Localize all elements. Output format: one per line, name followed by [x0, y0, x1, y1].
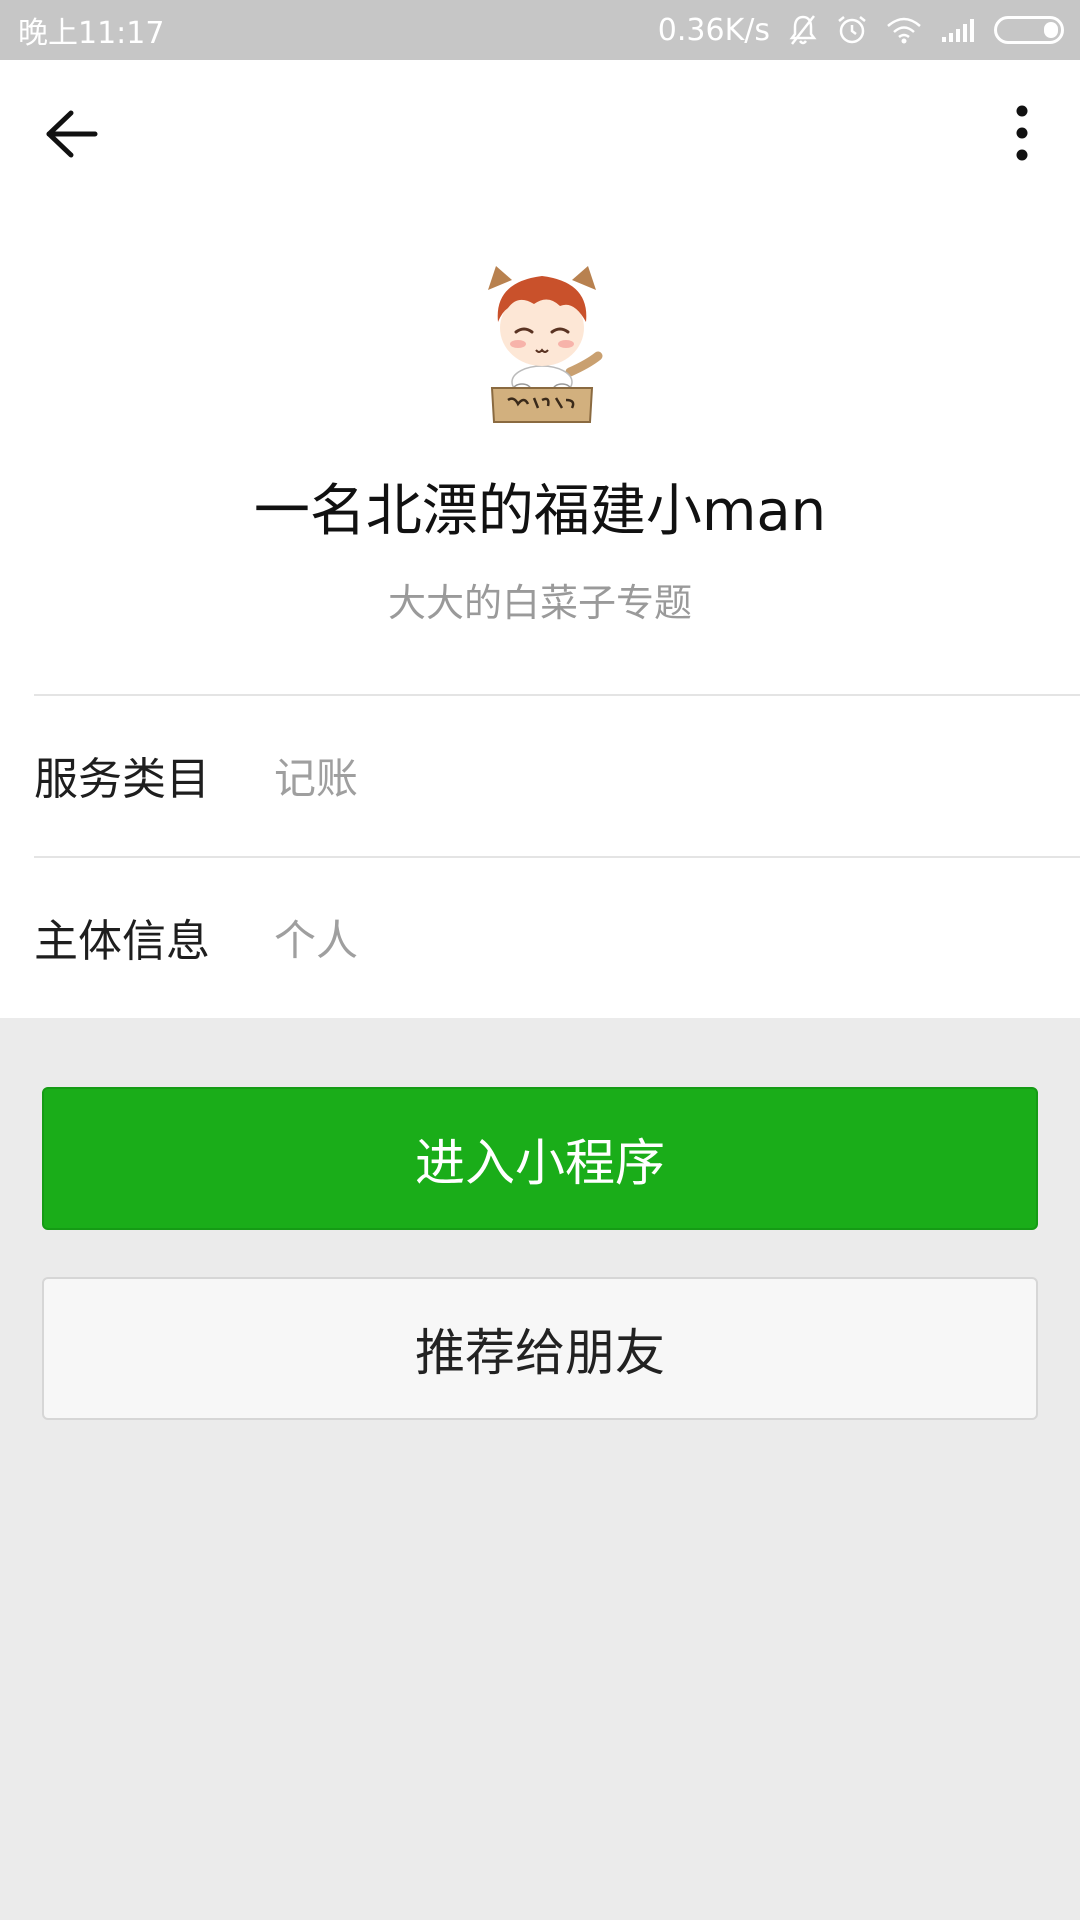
- wifi-icon: [886, 16, 922, 44]
- info-value: 记账: [274, 753, 359, 803]
- more-button[interactable]: [992, 98, 1052, 168]
- back-button[interactable]: [40, 102, 104, 166]
- info-row-subject-info[interactable]: 主体信息 个人: [34, 857, 1080, 1017]
- status-bar: 晚上11:17 0.36K/s: [0, 0, 1080, 60]
- signal-icon: [940, 17, 976, 43]
- battery-icon: [994, 16, 1064, 44]
- alarm-icon: [836, 14, 868, 46]
- enter-mini-program-button[interactable]: 进入小程序: [42, 1087, 1038, 1230]
- recommend-to-friend-button[interactable]: 推荐给朋友: [42, 1277, 1038, 1420]
- mini-program-name: 一名北漂的福建小man: [253, 479, 827, 544]
- info-label: 服务类目: [34, 754, 210, 805]
- arrow-left-icon: [46, 110, 98, 158]
- mini-program-info-panel: 一名北漂的福建小man 大大的白菜子专题 服务类目 记账 主体信息 个人: [0, 60, 1080, 1018]
- bell-off-icon: [788, 14, 818, 46]
- info-row-service-category: 服务类目 记账: [34, 695, 1080, 855]
- info-label: 主体信息: [34, 916, 210, 967]
- mini-program-description: 大大的白菜子专题: [387, 581, 692, 625]
- avatar: [488, 266, 603, 423]
- status-time: 晚上11:17: [18, 16, 165, 51]
- network-speed: 0.36K/s: [657, 12, 770, 48]
- more-vertical-icon: [1016, 105, 1028, 161]
- info-value: 个人: [274, 915, 359, 965]
